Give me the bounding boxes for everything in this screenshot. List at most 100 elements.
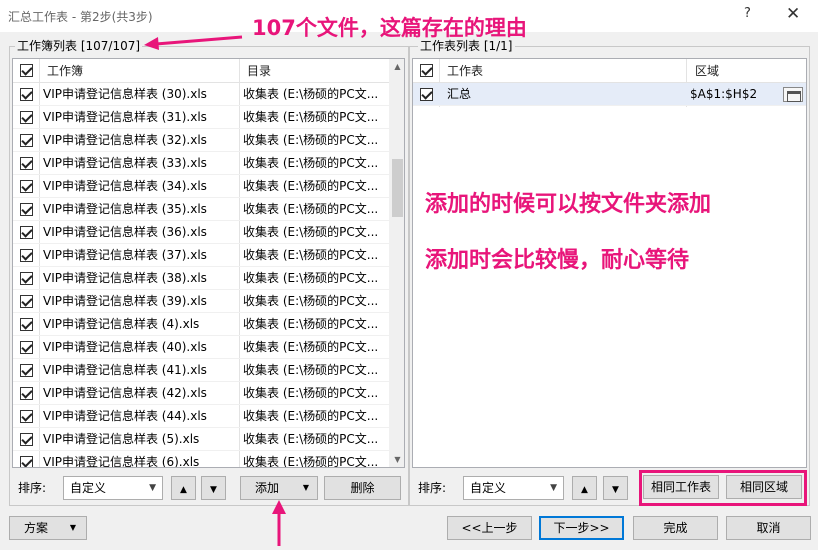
sort-select[interactable]: 自定义 ▼ bbox=[63, 476, 163, 500]
row-checkbox[interactable] bbox=[20, 203, 33, 216]
table-row[interactable]: VIP申请登记信息样表 (35).xls 收集表 (E:\杨硕的PC文... bbox=[13, 198, 389, 221]
table-row[interactable]: VIP申请登记信息样表 (36).xls 收集表 (E:\杨硕的PC文... bbox=[13, 221, 389, 244]
sheet-name: 汇总 bbox=[447, 87, 472, 101]
table-row[interactable]: 汇总 $A$1:$H$2 bbox=[413, 83, 806, 106]
table-row[interactable]: VIP申请登记信息样表 (30).xls 收集表 (E:\杨硕的PC文... bbox=[13, 83, 389, 106]
workbook-name: VIP申请登记信息样表 (44).xls bbox=[43, 409, 207, 423]
dropdown-arrow-icon: ▼ bbox=[69, 523, 76, 532]
sheet-move-up-button[interactable]: ▲ bbox=[572, 476, 597, 500]
workbook-directory: 收集表 (E:\杨硕的PC文... bbox=[243, 156, 379, 170]
table-row[interactable]: VIP申请登记信息样表 (41).xls 收集表 (E:\杨硕的PC文... bbox=[13, 359, 389, 382]
row-checkbox[interactable] bbox=[20, 387, 33, 400]
sheet-move-down-button[interactable]: ▼ bbox=[603, 476, 628, 500]
finish-button[interactable]: 完成 bbox=[633, 516, 718, 540]
table-row[interactable]: VIP申请登记信息样表 (33).xls 收集表 (E:\杨硕的PC文... bbox=[13, 152, 389, 175]
workbook-directory: 收集表 (E:\杨硕的PC文... bbox=[243, 317, 379, 331]
previous-step-button[interactable]: <<上一步 bbox=[447, 516, 532, 540]
window-title: 汇总工作表 - 第2步(共3步) bbox=[8, 10, 153, 24]
row-checkbox[interactable] bbox=[20, 249, 33, 262]
row-checkbox[interactable] bbox=[20, 433, 33, 446]
column-sheet[interactable]: 工作表 bbox=[447, 59, 483, 83]
workbook-name: VIP申请登记信息样表 (30).xls bbox=[43, 87, 207, 101]
table-row[interactable]: VIP申请登记信息样表 (39).xls 收集表 (E:\杨硕的PC文... bbox=[13, 290, 389, 313]
row-checkbox[interactable] bbox=[20, 456, 33, 467]
column-directory[interactable]: 目录 bbox=[247, 59, 271, 83]
table-row[interactable]: VIP申请登记信息样表 (37).xls 收集表 (E:\杨硕的PC文... bbox=[13, 244, 389, 267]
table-row[interactable]: VIP申请登记信息样表 (31).xls 收集表 (E:\杨硕的PC文... bbox=[13, 106, 389, 129]
workbook-directory: 收集表 (E:\杨硕的PC文... bbox=[243, 340, 379, 354]
delete-button[interactable]: 删除 bbox=[324, 476, 401, 500]
select-all-sheets-checkbox[interactable] bbox=[420, 64, 433, 77]
workbook-directory: 收集表 (E:\杨硕的PC文... bbox=[243, 133, 379, 147]
row-checkbox[interactable] bbox=[20, 111, 33, 124]
annotation-arrow-up bbox=[272, 500, 286, 546]
workbook-directory: 收集表 (E:\杨硕的PC文... bbox=[243, 363, 379, 377]
move-down-button[interactable]: ▼ bbox=[201, 476, 226, 500]
workbook-list-label: 工作簿列表 [107/107] bbox=[15, 39, 143, 53]
annotation-note-1: 添加的时候可以按文件夹添加 bbox=[425, 192, 712, 217]
cancel-button[interactable]: 取消 bbox=[726, 516, 811, 540]
workbook-list-scrollbar[interactable]: ▲ ▼ bbox=[389, 59, 404, 467]
table-row[interactable]: VIP申请登记信息样表 (32).xls 收集表 (E:\杨硕的PC文... bbox=[13, 129, 389, 152]
row-checkbox[interactable] bbox=[20, 272, 33, 285]
workbook-name: VIP申请登记信息样表 (35).xls bbox=[43, 202, 207, 216]
table-row[interactable]: VIP申请登记信息样表 (44).xls 收集表 (E:\杨硕的PC文... bbox=[13, 405, 389, 428]
annotation-top-note: 107个文件，这篇存在的理由 bbox=[252, 16, 527, 40]
table-row[interactable]: VIP申请登记信息样表 (34).xls 收集表 (E:\杨硕的PC文... bbox=[13, 175, 389, 198]
sheet-sort-select[interactable]: 自定义 ▼ bbox=[463, 476, 564, 500]
workbook-list-header: 工作簿 目录 bbox=[13, 59, 389, 83]
arrow-down-icon: ▼ bbox=[612, 485, 619, 495]
table-row[interactable]: VIP申请登记信息样表 (40).xls 收集表 (E:\杨硕的PC文... bbox=[13, 336, 389, 359]
table-row[interactable]: VIP申请登记信息样表 (42).xls 收集表 (E:\杨硕的PC文... bbox=[13, 382, 389, 405]
workbook-name: VIP申请登记信息样表 (38).xls bbox=[43, 271, 207, 285]
row-checkbox[interactable] bbox=[20, 341, 33, 354]
row-checkbox[interactable] bbox=[420, 88, 433, 101]
row-checkbox[interactable] bbox=[20, 295, 33, 308]
table-row[interactable]: VIP申请登记信息样表 (6).xls 收集表 (E:\杨硕的PC文... bbox=[13, 451, 389, 468]
column-range[interactable]: 区域 bbox=[695, 59, 719, 83]
workbook-name: VIP申请登记信息样表 (36).xls bbox=[43, 225, 207, 239]
scroll-thumb[interactable] bbox=[392, 159, 403, 217]
workbook-name: VIP申请登记信息样表 (41).xls bbox=[43, 363, 207, 377]
move-up-button[interactable]: ▲ bbox=[171, 476, 196, 500]
column-workbook[interactable]: 工作簿 bbox=[47, 59, 83, 83]
close-button[interactable]: ✕ bbox=[786, 4, 800, 24]
row-checkbox[interactable] bbox=[20, 157, 33, 170]
select-all-workbooks-checkbox[interactable] bbox=[20, 64, 33, 77]
sort-label: 排序: bbox=[18, 481, 47, 495]
table-row[interactable]: VIP申请登记信息样表 (38).xls 收集表 (E:\杨硕的PC文... bbox=[13, 267, 389, 290]
range-picker-icon[interactable] bbox=[783, 87, 803, 102]
add-button[interactable]: 添加 ▼ bbox=[240, 476, 318, 500]
workbook-directory: 收集表 (E:\杨硕的PC文... bbox=[243, 87, 379, 101]
workbook-directory: 收集表 (E:\杨硕的PC文... bbox=[243, 294, 379, 308]
row-checkbox[interactable] bbox=[20, 318, 33, 331]
row-checkbox[interactable] bbox=[20, 226, 33, 239]
arrow-down-icon: ▼ bbox=[210, 485, 217, 495]
chevron-down-icon: ▼ bbox=[149, 483, 156, 493]
table-row[interactable]: VIP申请登记信息样表 (5).xls 收集表 (E:\杨硕的PC文... bbox=[13, 428, 389, 451]
next-step-button[interactable]: 下一步>> bbox=[539, 516, 624, 540]
help-button[interactable]: ? bbox=[744, 6, 751, 21]
row-checkbox[interactable] bbox=[20, 134, 33, 147]
scheme-button[interactable]: 方案 ▼ bbox=[9, 516, 87, 540]
annotation-highlight-box bbox=[639, 470, 807, 506]
workbook-directory: 收集表 (E:\杨硕的PC文... bbox=[243, 202, 379, 216]
workbook-name: VIP申请登记信息样表 (37).xls bbox=[43, 248, 207, 262]
workbook-name: VIP申请登记信息样表 (32).xls bbox=[43, 133, 207, 147]
workbook-name: VIP申请登记信息样表 (4).xls bbox=[43, 317, 200, 331]
sheet-range: $A$1:$H$2 bbox=[690, 87, 758, 101]
workbook-directory: 收集表 (E:\杨硕的PC文... bbox=[243, 455, 379, 468]
row-checkbox[interactable] bbox=[20, 180, 33, 193]
arrow-up-icon: ▲ bbox=[581, 485, 588, 495]
sort-label: 排序: bbox=[418, 481, 447, 495]
scroll-up-arrow[interactable]: ▲ bbox=[389, 61, 404, 73]
workbook-directory: 收集表 (E:\杨硕的PC文... bbox=[243, 432, 379, 446]
row-checkbox[interactable] bbox=[20, 410, 33, 423]
workbook-name: VIP申请登记信息样表 (40).xls bbox=[43, 340, 207, 354]
table-row[interactable]: VIP申请登记信息样表 (4).xls 收集表 (E:\杨硕的PC文... bbox=[13, 313, 389, 336]
row-checkbox[interactable] bbox=[20, 364, 33, 377]
row-checkbox[interactable] bbox=[20, 88, 33, 101]
workbook-name: VIP申请登记信息样表 (33).xls bbox=[43, 156, 207, 170]
workbook-list[interactable]: 工作簿 目录 VIP申请登记信息样表 (30).xls 收集表 (E:\杨硕的PC… bbox=[12, 58, 405, 468]
scroll-down-arrow[interactable]: ▼ bbox=[389, 454, 404, 466]
